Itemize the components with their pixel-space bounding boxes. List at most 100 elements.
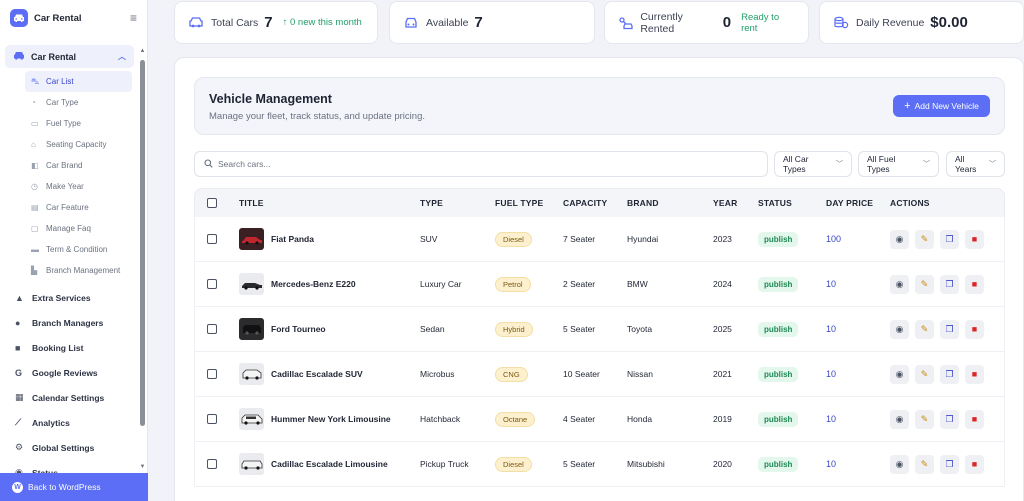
view-button[interactable]: ◉: [890, 229, 909, 249]
day-price-value[interactable]: 10: [826, 369, 836, 379]
car-title-link[interactable]: Cadillac Escalade Limousine: [271, 459, 388, 469]
fuel-type-filter[interactable]: All Fuel Types ﹀: [858, 151, 939, 177]
sidebar-item-term-condition[interactable]: ▬ Term & Condition: [25, 239, 132, 260]
brand-cell: Hyundai: [627, 234, 659, 244]
delete-button[interactable]: ■: [965, 409, 984, 429]
view-button[interactable]: ◉: [890, 454, 909, 474]
sidebar-item-booking-list[interactable]: ■ Booking List: [0, 335, 138, 360]
edit-button[interactable]: ✎: [915, 319, 934, 339]
day-price-value[interactable]: 10: [826, 414, 836, 424]
view-button[interactable]: ◉: [890, 409, 909, 429]
search-input[interactable]: [218, 159, 718, 169]
edit-button[interactable]: ✎: [915, 409, 934, 429]
sidebar-item-car-list[interactable]: ⛍ Car List: [25, 71, 132, 92]
view-button[interactable]: ◉: [890, 319, 909, 339]
day-price-value[interactable]: 10: [826, 324, 836, 334]
edit-icon: ✎: [920, 413, 929, 424]
column-header-capacity[interactable]: Capacity: [552, 198, 616, 208]
edit-button[interactable]: ✎: [915, 364, 934, 384]
column-header-day-price[interactable]: Day Price: [815, 198, 881, 208]
car-title-link[interactable]: Mercedes-Benz E220: [271, 279, 356, 289]
sidebar-scrollbar[interactable]: ▲ ▼: [139, 48, 146, 470]
sidebar-item-seating-capacity[interactable]: ⌂ Seating Capacity: [25, 134, 132, 155]
type-cell: Microbus: [420, 369, 455, 379]
add-new-vehicle-button[interactable]: + Add New Vehicle: [893, 95, 990, 117]
edit-button[interactable]: ✎: [915, 454, 934, 474]
edit-button[interactable]: ✎: [915, 274, 934, 294]
sidebar-item-analytics[interactable]: ⟋ Analytics: [0, 410, 138, 435]
column-header-title[interactable]: Title: [228, 198, 409, 208]
duplicate-button[interactable]: ❐: [940, 409, 959, 429]
sidebar-item-calendar-settings[interactable]: ▦ Calendar Settings: [0, 385, 138, 410]
sidebar-item-car-brand[interactable]: ◧ Car Brand: [25, 155, 132, 176]
sidebar-item-manage-faq[interactable]: ▢ Manage Faq: [25, 218, 132, 239]
status-badge: publish: [758, 456, 799, 472]
select-all-checkbox[interactable]: [206, 198, 217, 208]
price-cell: 100: [815, 234, 881, 244]
title-cell: Fiat Panda: [228, 228, 409, 250]
stat-label: Total Cars: [211, 16, 259, 29]
column-header-status[interactable]: Status: [747, 198, 815, 208]
car-icon: [13, 51, 27, 63]
view-button[interactable]: ◉: [890, 274, 909, 294]
seat-icon: ⌂: [31, 140, 36, 149]
year-filter[interactable]: All Years ﹀: [946, 151, 1005, 177]
car-title-link[interactable]: Ford Tourneo: [271, 324, 326, 334]
sidebar-item-global-settings[interactable]: ⚙ Global Settings: [0, 435, 138, 460]
column-header-type[interactable]: Type: [409, 198, 484, 208]
delete-button[interactable]: ■: [965, 229, 984, 249]
brand-cell: Toyota: [627, 324, 653, 334]
day-price-value[interactable]: 100: [826, 234, 841, 244]
scrollbar-thumb[interactable]: [140, 60, 145, 426]
duplicate-button[interactable]: ❐: [940, 454, 959, 474]
sidebar-item-fuel-type[interactable]: ▭ Fuel Type: [25, 113, 132, 134]
column-header-brand[interactable]: Brand: [616, 198, 702, 208]
car-type-filter-value: All Car Types: [783, 154, 809, 174]
car-type-filter[interactable]: All Car Types ﹀: [774, 151, 852, 177]
scroll-up-arrow-icon[interactable]: ▲: [139, 48, 146, 54]
car-thumbnail: [239, 273, 264, 295]
car-title-link[interactable]: Hummer New York Limousine: [271, 414, 391, 424]
row-checkbox[interactable]: [206, 234, 217, 244]
scroll-down-arrow-icon[interactable]: ▼: [139, 464, 146, 470]
row-checkbox[interactable]: [206, 414, 217, 424]
column-header-fuel-type[interactable]: Fuel Type: [484, 198, 552, 208]
duplicate-button[interactable]: ❐: [940, 229, 959, 249]
car-title-link[interactable]: Cadillac Escalade SUV: [271, 369, 363, 379]
column-header-year[interactable]: Year: [702, 198, 747, 208]
hamburger-menu-icon[interactable]: ≡: [130, 11, 137, 25]
delete-button[interactable]: ■: [965, 319, 984, 339]
row-checkbox[interactable]: [206, 324, 217, 334]
day-price-value[interactable]: 10: [826, 459, 836, 469]
sidebar-item-car-feature[interactable]: ▤ Car Feature: [25, 197, 132, 218]
type-cell: Hatchback: [420, 414, 461, 424]
day-price-value[interactable]: 10: [826, 279, 836, 289]
duplicate-button[interactable]: ❐: [940, 274, 959, 294]
edit-button[interactable]: ✎: [915, 229, 934, 249]
sidebar-section-car-rental[interactable]: Car Rental ︿: [5, 45, 134, 68]
duplicate-button[interactable]: ❐: [940, 319, 959, 339]
status-cell: publish: [747, 321, 815, 337]
delete-button[interactable]: ■: [965, 274, 984, 294]
calendar-icon: ▦: [15, 392, 24, 402]
row-checkbox[interactable]: [206, 279, 217, 289]
row-checkbox[interactable]: [206, 369, 217, 379]
view-button[interactable]: ◉: [890, 364, 909, 384]
sidebar-item-branch-management[interactable]: ▙ Branch Management: [25, 260, 132, 281]
sidebar-item-make-year[interactable]: ◷ Make Year: [25, 176, 132, 197]
sidebar-item-extra-services[interactable]: ▲ Extra Services: [0, 285, 138, 310]
year-filter-value: All Years: [955, 154, 977, 174]
delete-button[interactable]: ■: [965, 454, 984, 474]
table-header: Title Type Fuel Type Capacity Brand Year…: [194, 188, 1005, 217]
car-title-link[interactable]: Fiat Panda: [271, 234, 314, 244]
delete-button[interactable]: ■: [965, 364, 984, 384]
sidebar-item-car-type[interactable]: ◔ Car Type: [25, 92, 132, 113]
sidebar-item-branch-managers[interactable]: ● Branch Managers: [0, 310, 138, 335]
clock-icon: ◷: [31, 182, 38, 191]
actions-cell: ◉ ✎ ❐ ■: [881, 229, 1004, 249]
sidebar-item-google-reviews[interactable]: G Google Reviews: [0, 360, 138, 385]
wordpress-icon: W: [12, 481, 23, 493]
back-to-wordpress-button[interactable]: W Back to WordPress: [0, 473, 148, 501]
duplicate-button[interactable]: ❐: [940, 364, 959, 384]
row-checkbox[interactable]: [206, 459, 217, 469]
